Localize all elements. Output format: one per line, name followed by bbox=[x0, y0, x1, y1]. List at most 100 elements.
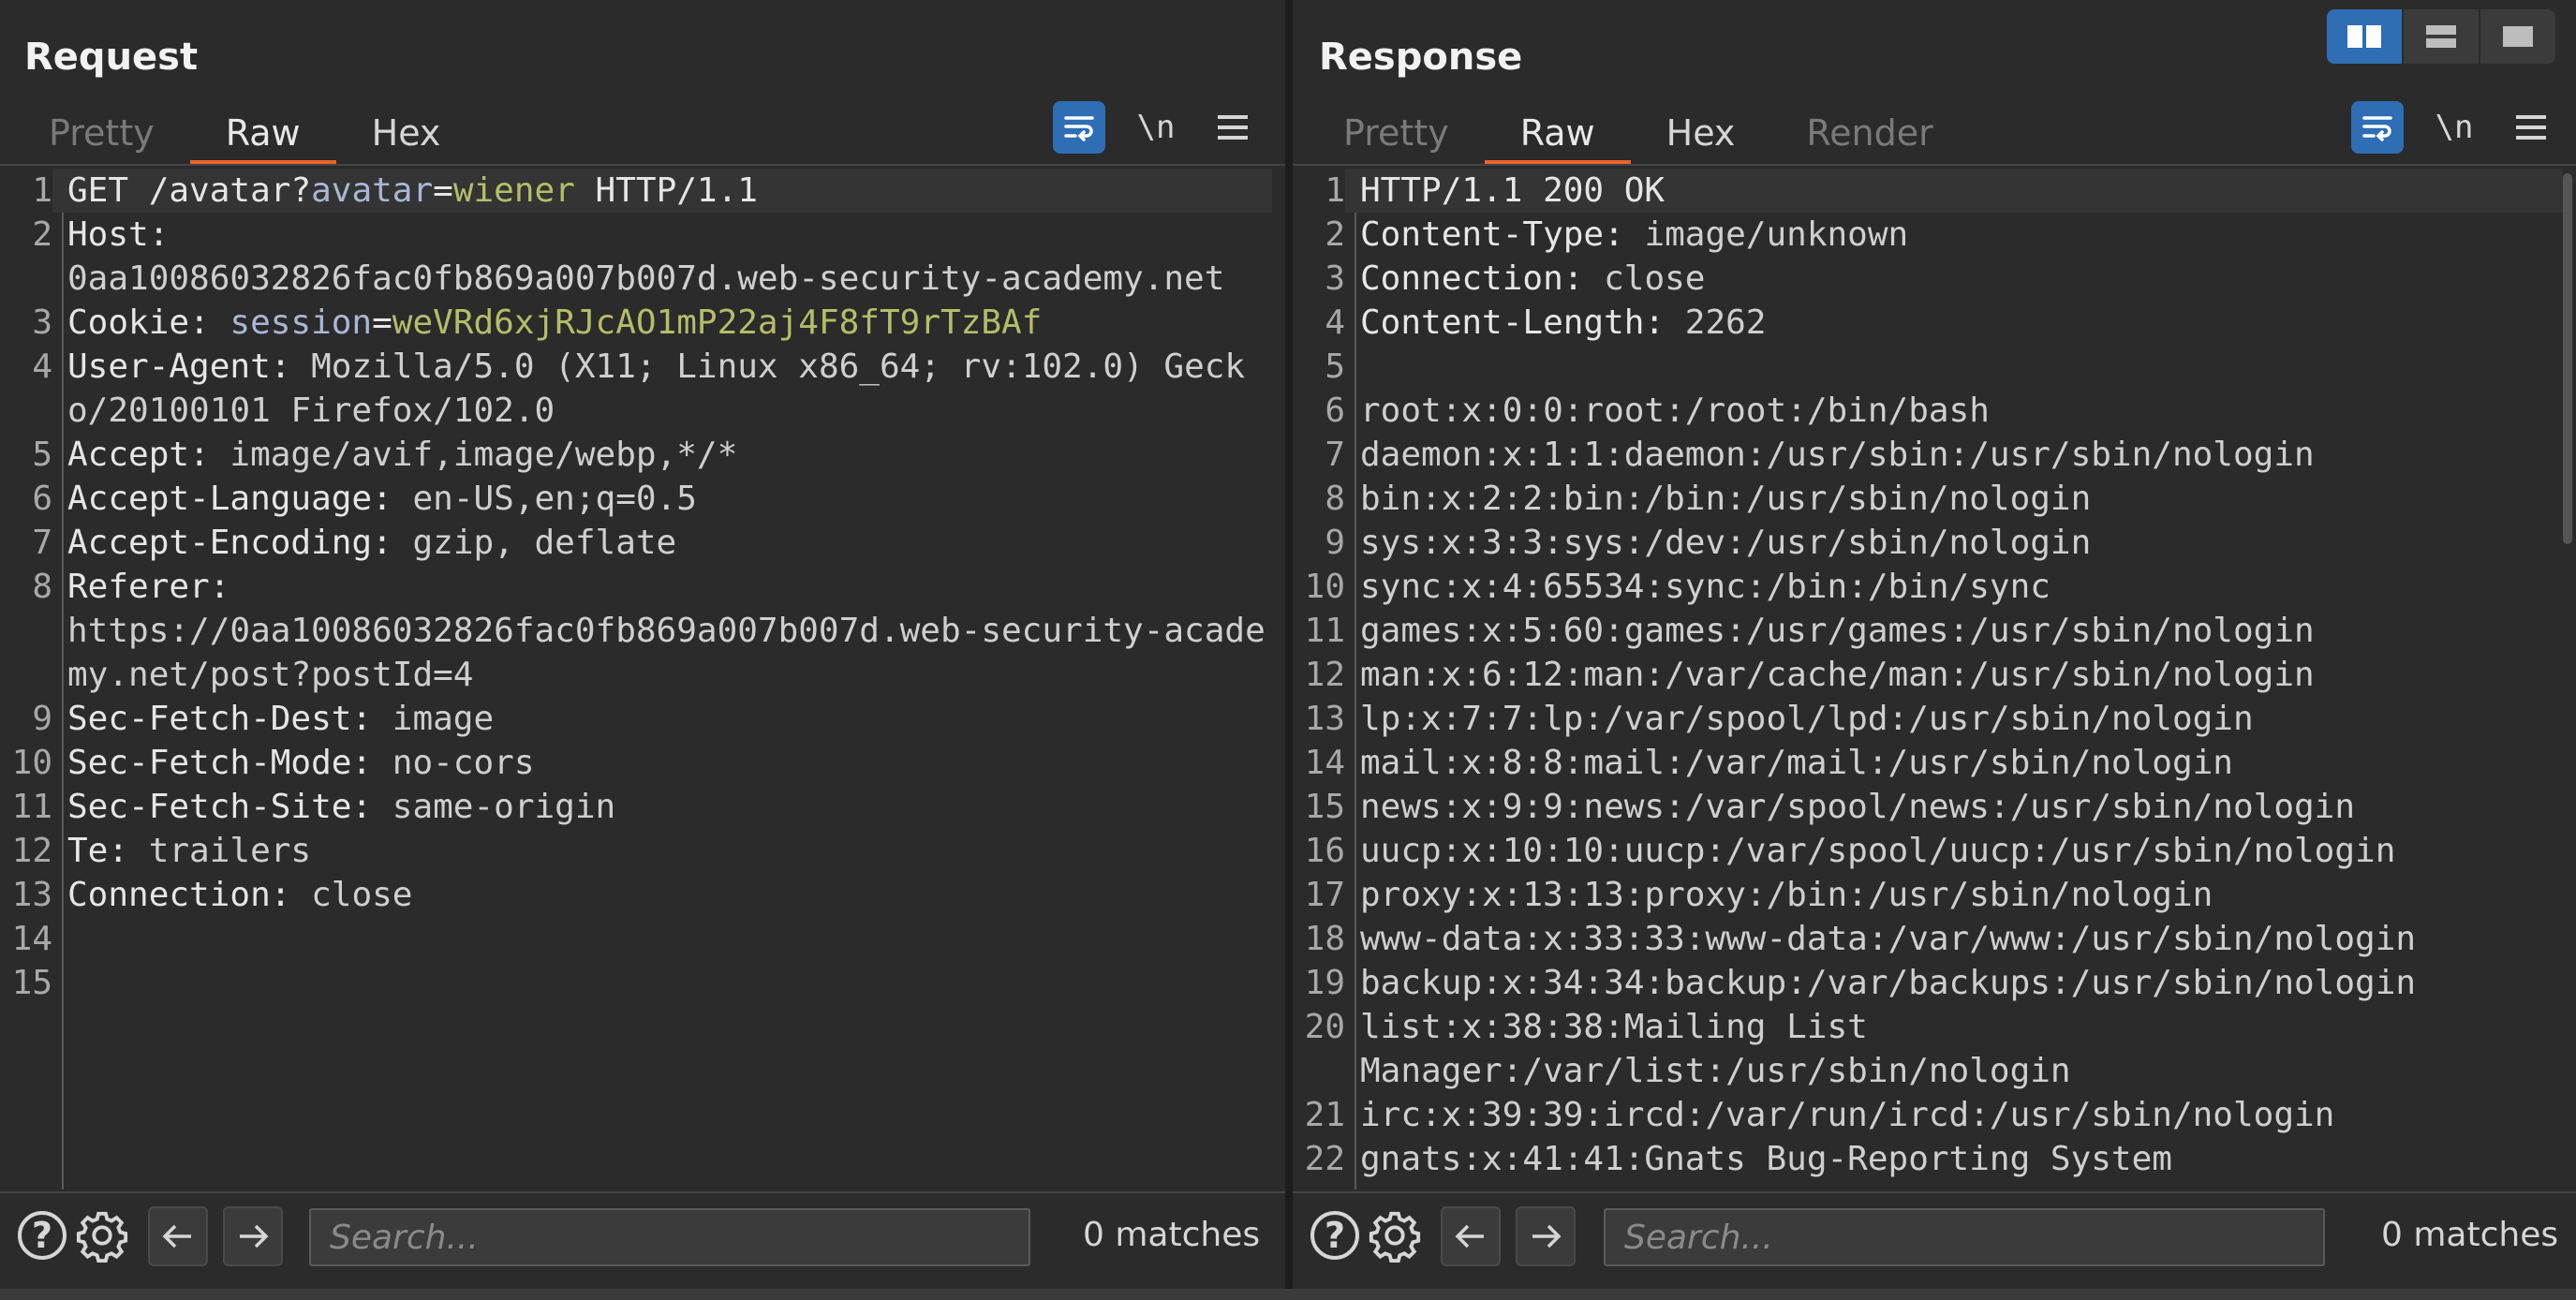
code-line: 12 Te: trailers bbox=[0, 829, 1272, 873]
single-pane-layout-icon[interactable] bbox=[2480, 9, 2555, 64]
line-content: sys:x:3:3:sys:/dev:/usr/sbin/nologin bbox=[1345, 521, 2563, 565]
code-line: 5 bbox=[1293, 345, 2563, 389]
code-line: 2 Content-Type: image/unknown bbox=[1293, 213, 2563, 257]
line-content bbox=[1345, 345, 2563, 389]
token: daemon:x:1:1:daemon:/usr/sbin:/usr/sbin/… bbox=[1360, 436, 2315, 474]
line-number: 2 bbox=[1325, 215, 1345, 254]
token: www-data:x:33:33:www-data:/var/www:/usr/… bbox=[1360, 920, 2417, 958]
word-wrap-icon[interactable] bbox=[2351, 101, 2404, 154]
token: en-US,en;q=0.5 bbox=[412, 480, 697, 518]
request-lines: 1 GET /avatar?avatar=wiener HTTP/1.1 2 Host… bbox=[0, 169, 1272, 1005]
line-number: 9 bbox=[32, 700, 52, 738]
code-line: 9 Sec-Fetch-Dest: image bbox=[0, 697, 1272, 741]
token: Sec-Fetch-Dest: bbox=[67, 700, 392, 738]
hamburger-menu-icon[interactable] bbox=[2505, 115, 2557, 140]
code-line: 20 list:x:38:38:Mailing List Manager:/var… bbox=[1293, 1005, 2563, 1093]
line-content: bin:x:2:2:bin:/bin:/usr/sbin/nologin bbox=[1345, 477, 2563, 521]
request-tabs: Pretty Raw Hex bbox=[13, 105, 477, 165]
line-content: games:x:5:60:games:/usr/games:/usr/sbin/… bbox=[1345, 609, 2563, 653]
token: Sec-Fetch-Site: bbox=[67, 788, 392, 826]
request-match-count: 0 matches bbox=[1083, 1216, 1261, 1254]
request-editor[interactable]: 1 GET /avatar?avatar=wiener HTTP/1.1 2 Host… bbox=[0, 169, 1285, 1189]
response-title: Response bbox=[1319, 36, 1523, 79]
code-line: 21 irc:x:39:39:ircd:/var/run/ircd:/usr/sb… bbox=[1293, 1093, 2563, 1137]
hamburger-menu-icon[interactable] bbox=[1207, 115, 1259, 140]
request-pane: Request Pretty Raw Hex \n 1 GET /avatar?a… bbox=[0, 0, 1285, 1289]
settings-gear-icon[interactable] bbox=[75, 1208, 129, 1263]
line-number: 19 bbox=[1304, 964, 1345, 1002]
token: Connection: bbox=[1360, 259, 1605, 298]
request-tab-hex[interactable]: Hex bbox=[336, 105, 477, 163]
line-number: 22 bbox=[1304, 1140, 1345, 1178]
line-content: gnats:x:41:41:Gnats Bug-Reporting System bbox=[1345, 1137, 2563, 1181]
settings-gear-icon[interactable] bbox=[1368, 1208, 1422, 1263]
request-tab-pretty[interactable]: Pretty bbox=[13, 105, 190, 163]
request-tab-raw[interactable]: Raw bbox=[189, 105, 336, 165]
newline-toggle-button[interactable]: \n bbox=[2428, 109, 2480, 146]
side-by-side-layout-icon[interactable] bbox=[2327, 9, 2402, 64]
newline-toggle-button[interactable]: \n bbox=[1130, 109, 1182, 146]
line-number: 1 bbox=[1325, 171, 1345, 210]
line-content: uucp:x:10:10:uucp:/var/spool/uucp:/usr/s… bbox=[1345, 829, 2563, 873]
word-wrap-icon[interactable] bbox=[1053, 101, 1105, 154]
line-number: 10 bbox=[11, 744, 52, 782]
code-line: 22 gnats:x:41:41:Gnats Bug-Reporting Syst… bbox=[1293, 1137, 2563, 1181]
response-tab-raw[interactable]: Raw bbox=[1484, 105, 1631, 165]
previous-match-button[interactable] bbox=[148, 1206, 208, 1266]
response-tab-pretty[interactable]: Pretty bbox=[1308, 105, 1485, 163]
tab-divider bbox=[0, 164, 1285, 166]
line-number: 7 bbox=[32, 524, 52, 562]
token: Connection: bbox=[67, 876, 312, 914]
code-line: 18 www-data:x:33:33:www-data:/var/www:/us… bbox=[1293, 917, 2563, 961]
response-search-input[interactable] bbox=[1604, 1208, 2325, 1266]
code-line: 8 bin:x:2:2:bin:/bin:/usr/sbin/nologin bbox=[1293, 477, 2563, 521]
line-number: 3 bbox=[32, 303, 52, 342]
next-match-button[interactable] bbox=[1516, 1206, 1576, 1266]
request-search-input[interactable] bbox=[309, 1208, 1030, 1266]
code-line: 2 Host: 0aa10086032826fac0fb869a007b007d.… bbox=[0, 213, 1272, 301]
token: lp:x:7:7:lp:/var/spool/lpd:/usr/sbin/nol… bbox=[1360, 700, 2254, 738]
code-line: 16 uucp:x:10:10:uucp:/var/spool/uucp:/usr… bbox=[1293, 829, 2563, 873]
response-tab-render[interactable]: Render bbox=[1770, 105, 1968, 163]
code-line: 3 Connection: close bbox=[1293, 257, 2563, 301]
line-number: 10 bbox=[1304, 568, 1345, 606]
line-number: 6 bbox=[1325, 391, 1345, 430]
line-content: sync:x:4:65534:sync:/bin:/bin/sync bbox=[1345, 565, 2563, 609]
token: Content-Length: bbox=[1360, 303, 1685, 342]
token: GET /avatar? bbox=[67, 171, 312, 210]
line-content: Accept-Language: en-US,en;q=0.5 bbox=[52, 477, 1272, 521]
token: mail:x:8:8:mail:/var/mail:/usr/sbin/nolo… bbox=[1360, 744, 2233, 782]
token: image/avif,image/webp,*/* bbox=[229, 436, 738, 474]
response-tab-hex[interactable]: Hex bbox=[1631, 105, 1771, 163]
previous-match-button[interactable] bbox=[1441, 1206, 1501, 1266]
help-icon[interactable]: ? bbox=[15, 1208, 69, 1263]
line-content bbox=[52, 917, 1272, 961]
token: = bbox=[372, 303, 392, 342]
code-line: 4 User-Agent: Mozilla/5.0 (X11; Linux x86… bbox=[0, 345, 1272, 433]
token: Te: bbox=[67, 832, 149, 870]
line-number: 6 bbox=[32, 480, 52, 518]
line-number: 5 bbox=[1325, 347, 1345, 386]
stacked-layout-icon[interactable] bbox=[2404, 9, 2479, 64]
token: https://0aa10086032826fac0fb869a007b007d… bbox=[67, 612, 1266, 694]
line-number: 4 bbox=[32, 347, 52, 386]
response-editor[interactable]: 1 HTTP/1.1 200 OK 2 Content-Type: image/unk… bbox=[1293, 169, 2576, 1189]
line-content: Cookie: session=weVRd6xjRJcAO1mP22aj4F8f… bbox=[52, 301, 1272, 345]
token: User-Agent: bbox=[67, 347, 312, 386]
code-line: 14 bbox=[0, 917, 1272, 961]
code-line: 8 Referer: https://0aa10086032826fac0fb86… bbox=[0, 565, 1272, 697]
code-line: 1 HTTP/1.1 200 OK bbox=[1293, 169, 2563, 213]
pane-divider[interactable] bbox=[1285, 0, 1293, 1300]
response-match-count: 0 matches bbox=[2381, 1216, 2559, 1254]
code-line: 13 Connection: close bbox=[0, 873, 1272, 917]
code-line: 19 backup:x:34:34:backup:/var/backups:/us… bbox=[1293, 961, 2563, 1005]
response-scrollbar[interactable] bbox=[2563, 173, 2572, 544]
help-icon[interactable]: ? bbox=[1308, 1208, 1362, 1263]
line-number: 14 bbox=[11, 920, 52, 958]
token: Cookie: bbox=[67, 303, 230, 342]
token: Sec-Fetch-Mode: bbox=[67, 744, 392, 782]
line-number: 4 bbox=[1325, 303, 1345, 342]
line-number: 8 bbox=[1325, 480, 1345, 518]
next-match-button[interactable] bbox=[223, 1206, 283, 1266]
code-line: 3 Cookie: session=weVRd6xjRJcAO1mP22aj4F8… bbox=[0, 301, 1272, 345]
